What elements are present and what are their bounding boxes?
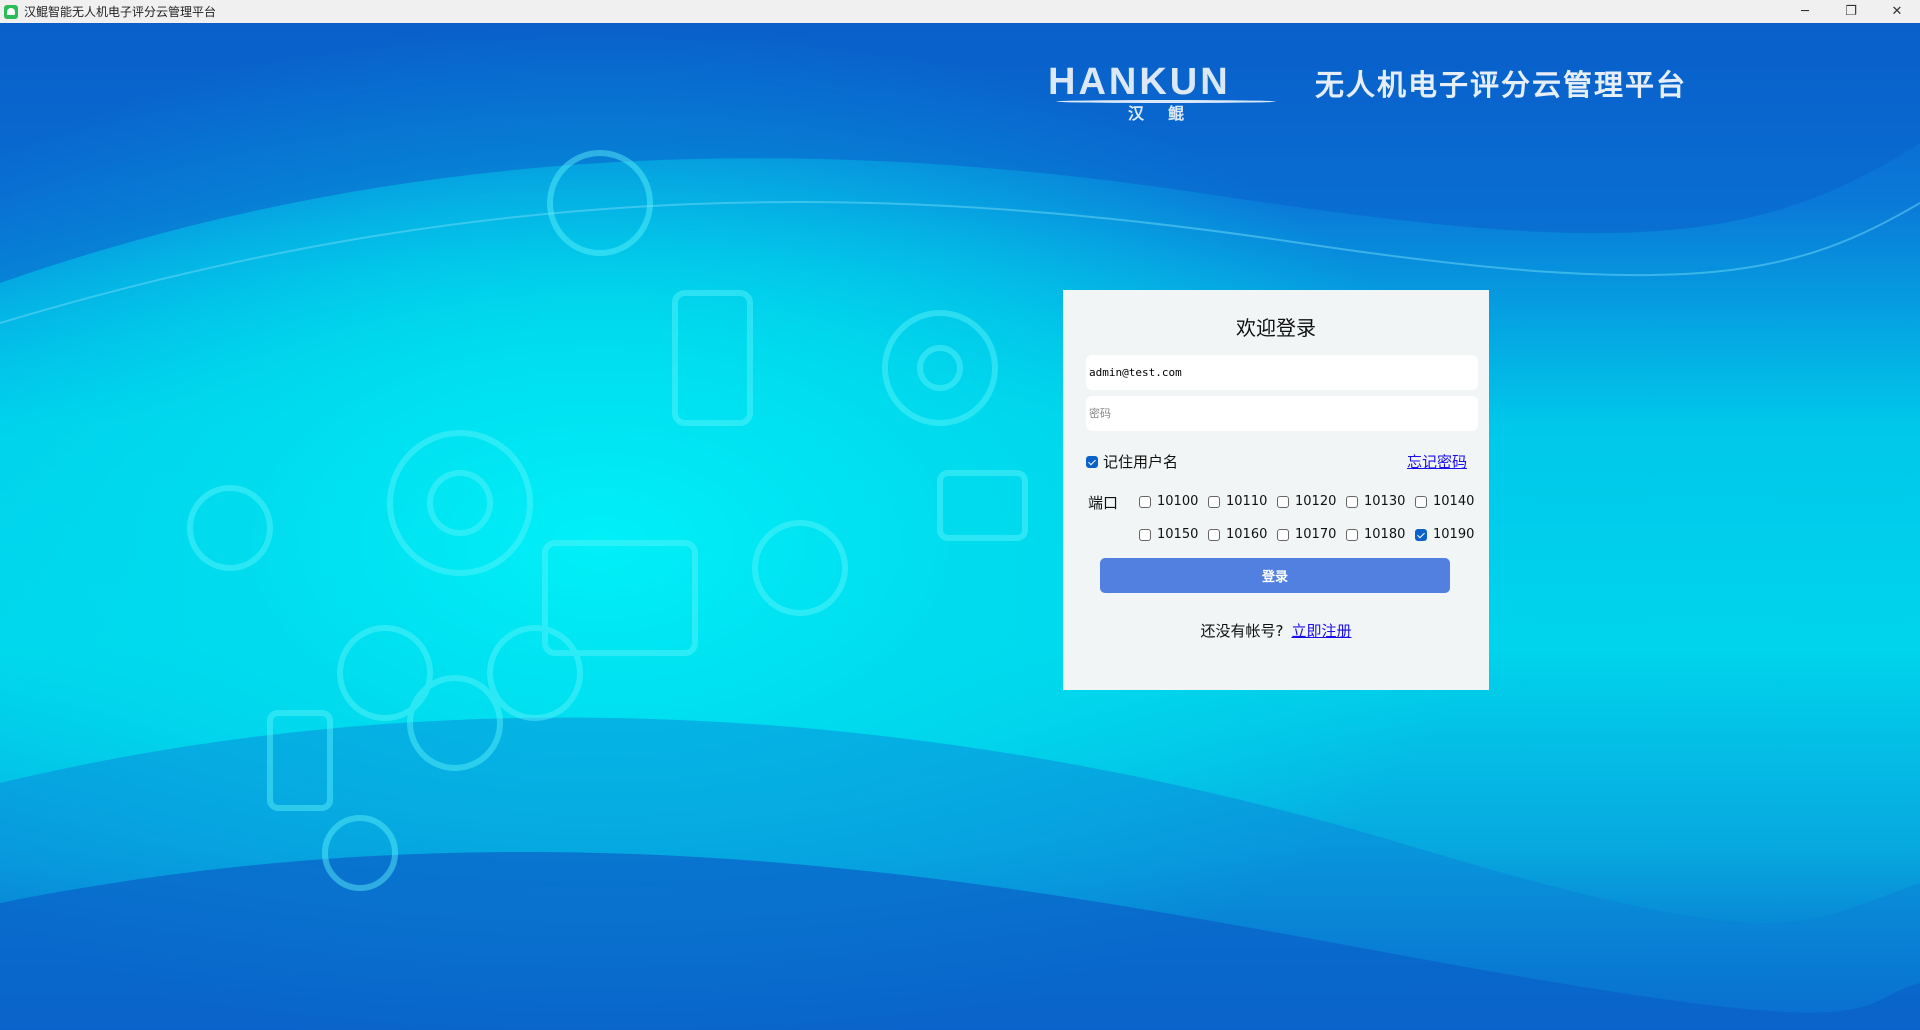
port-checkbox-10160[interactable]: 10160: [1208, 525, 1277, 544]
port-checkbox-10120[interactable]: 10120: [1277, 492, 1346, 511]
login-card: 欢迎登录 记住用户名 忘记密码 端口 101001011010120101301…: [1063, 290, 1489, 690]
platform-title: 无人机电子评分云管理平台: [1315, 68, 1688, 102]
checkbox-icon[interactable]: [1208, 528, 1220, 541]
close-button[interactable]: ✕: [1874, 0, 1920, 23]
background-waves: [0, 23, 1920, 1030]
port-checkbox-10190[interactable]: 10190: [1415, 525, 1484, 544]
login-heading: 欢迎登录: [1236, 316, 1316, 340]
port-value: 10160: [1226, 527, 1268, 542]
checkbox-icon[interactable]: [1277, 495, 1289, 508]
app-icon: [4, 4, 18, 19]
minimize-button[interactable]: ─: [1782, 0, 1828, 23]
port-checkbox-10180[interactable]: 10180: [1346, 525, 1415, 544]
port-checkbox-10130[interactable]: 10130: [1346, 492, 1415, 511]
window-title: 汉鲲智能无人机电子评分云管理平台: [24, 5, 217, 19]
login-button[interactable]: 登录: [1100, 558, 1450, 593]
port-value: 10130: [1364, 494, 1406, 509]
checkbox-icon[interactable]: [1346, 495, 1358, 508]
port-options: 10100 10110 10120 10130 10140 10150 10160 10170…: [1139, 492, 1479, 544]
register-link[interactable]: 立即注册: [1291, 622, 1351, 640]
checkbox-icon[interactable]: [1415, 528, 1427, 541]
port-checkbox-10110[interactable]: 10110: [1208, 492, 1277, 511]
port-value: 10100: [1157, 494, 1199, 509]
port-value: 10180: [1364, 527, 1406, 542]
restore-button[interactable]: ❐: [1828, 0, 1874, 23]
checkbox-icon[interactable]: [1346, 528, 1358, 541]
port-checkbox-10140[interactable]: 10140: [1415, 492, 1484, 511]
port-checkbox-10150[interactable]: 10150: [1139, 525, 1208, 544]
background: [0, 23, 1920, 1030]
port-label: 端口: [1088, 494, 1119, 512]
checkbox-icon[interactable]: [1139, 495, 1151, 508]
password-input[interactable]: [1086, 396, 1478, 431]
port-value: 10110: [1226, 494, 1268, 509]
no-account-text: 还没有帐号?: [1200, 622, 1284, 640]
checkbox-icon[interactable]: [1208, 495, 1220, 508]
port-checkbox-10170[interactable]: 10170: [1277, 525, 1346, 544]
title-bar: 汉鲲智能无人机电子评分云管理平台 ─ ❐ ✕: [0, 0, 1920, 23]
checkbox-icon[interactable]: [1415, 495, 1427, 508]
port-value: 10170: [1295, 527, 1337, 542]
port-value: 10190: [1433, 527, 1475, 542]
port-value: 10140: [1433, 494, 1475, 509]
hankun-logo: HANKUN 汉鲲: [1048, 61, 1288, 123]
port-checkbox-10100[interactable]: 10100: [1139, 492, 1208, 511]
checkbox-icon[interactable]: [1277, 528, 1289, 541]
checkbox-icon[interactable]: [1086, 455, 1098, 468]
checkbox-icon[interactable]: [1139, 528, 1151, 541]
port-value: 10150: [1157, 527, 1199, 542]
port-value: 10120: [1295, 494, 1337, 509]
email-input[interactable]: [1086, 355, 1478, 390]
remember-label: 记住用户名: [1103, 453, 1179, 471]
forgot-password-link[interactable]: 忘记密码: [1407, 451, 1467, 472]
logo-text: HANKUN: [1048, 61, 1231, 103]
logo-cn-text: 汉鲲: [1128, 104, 1209, 123]
register-prompt: 还没有帐号? 立即注册: [1063, 620, 1489, 641]
remember-username-checkbox[interactable]: 记住用户名: [1086, 451, 1178, 472]
